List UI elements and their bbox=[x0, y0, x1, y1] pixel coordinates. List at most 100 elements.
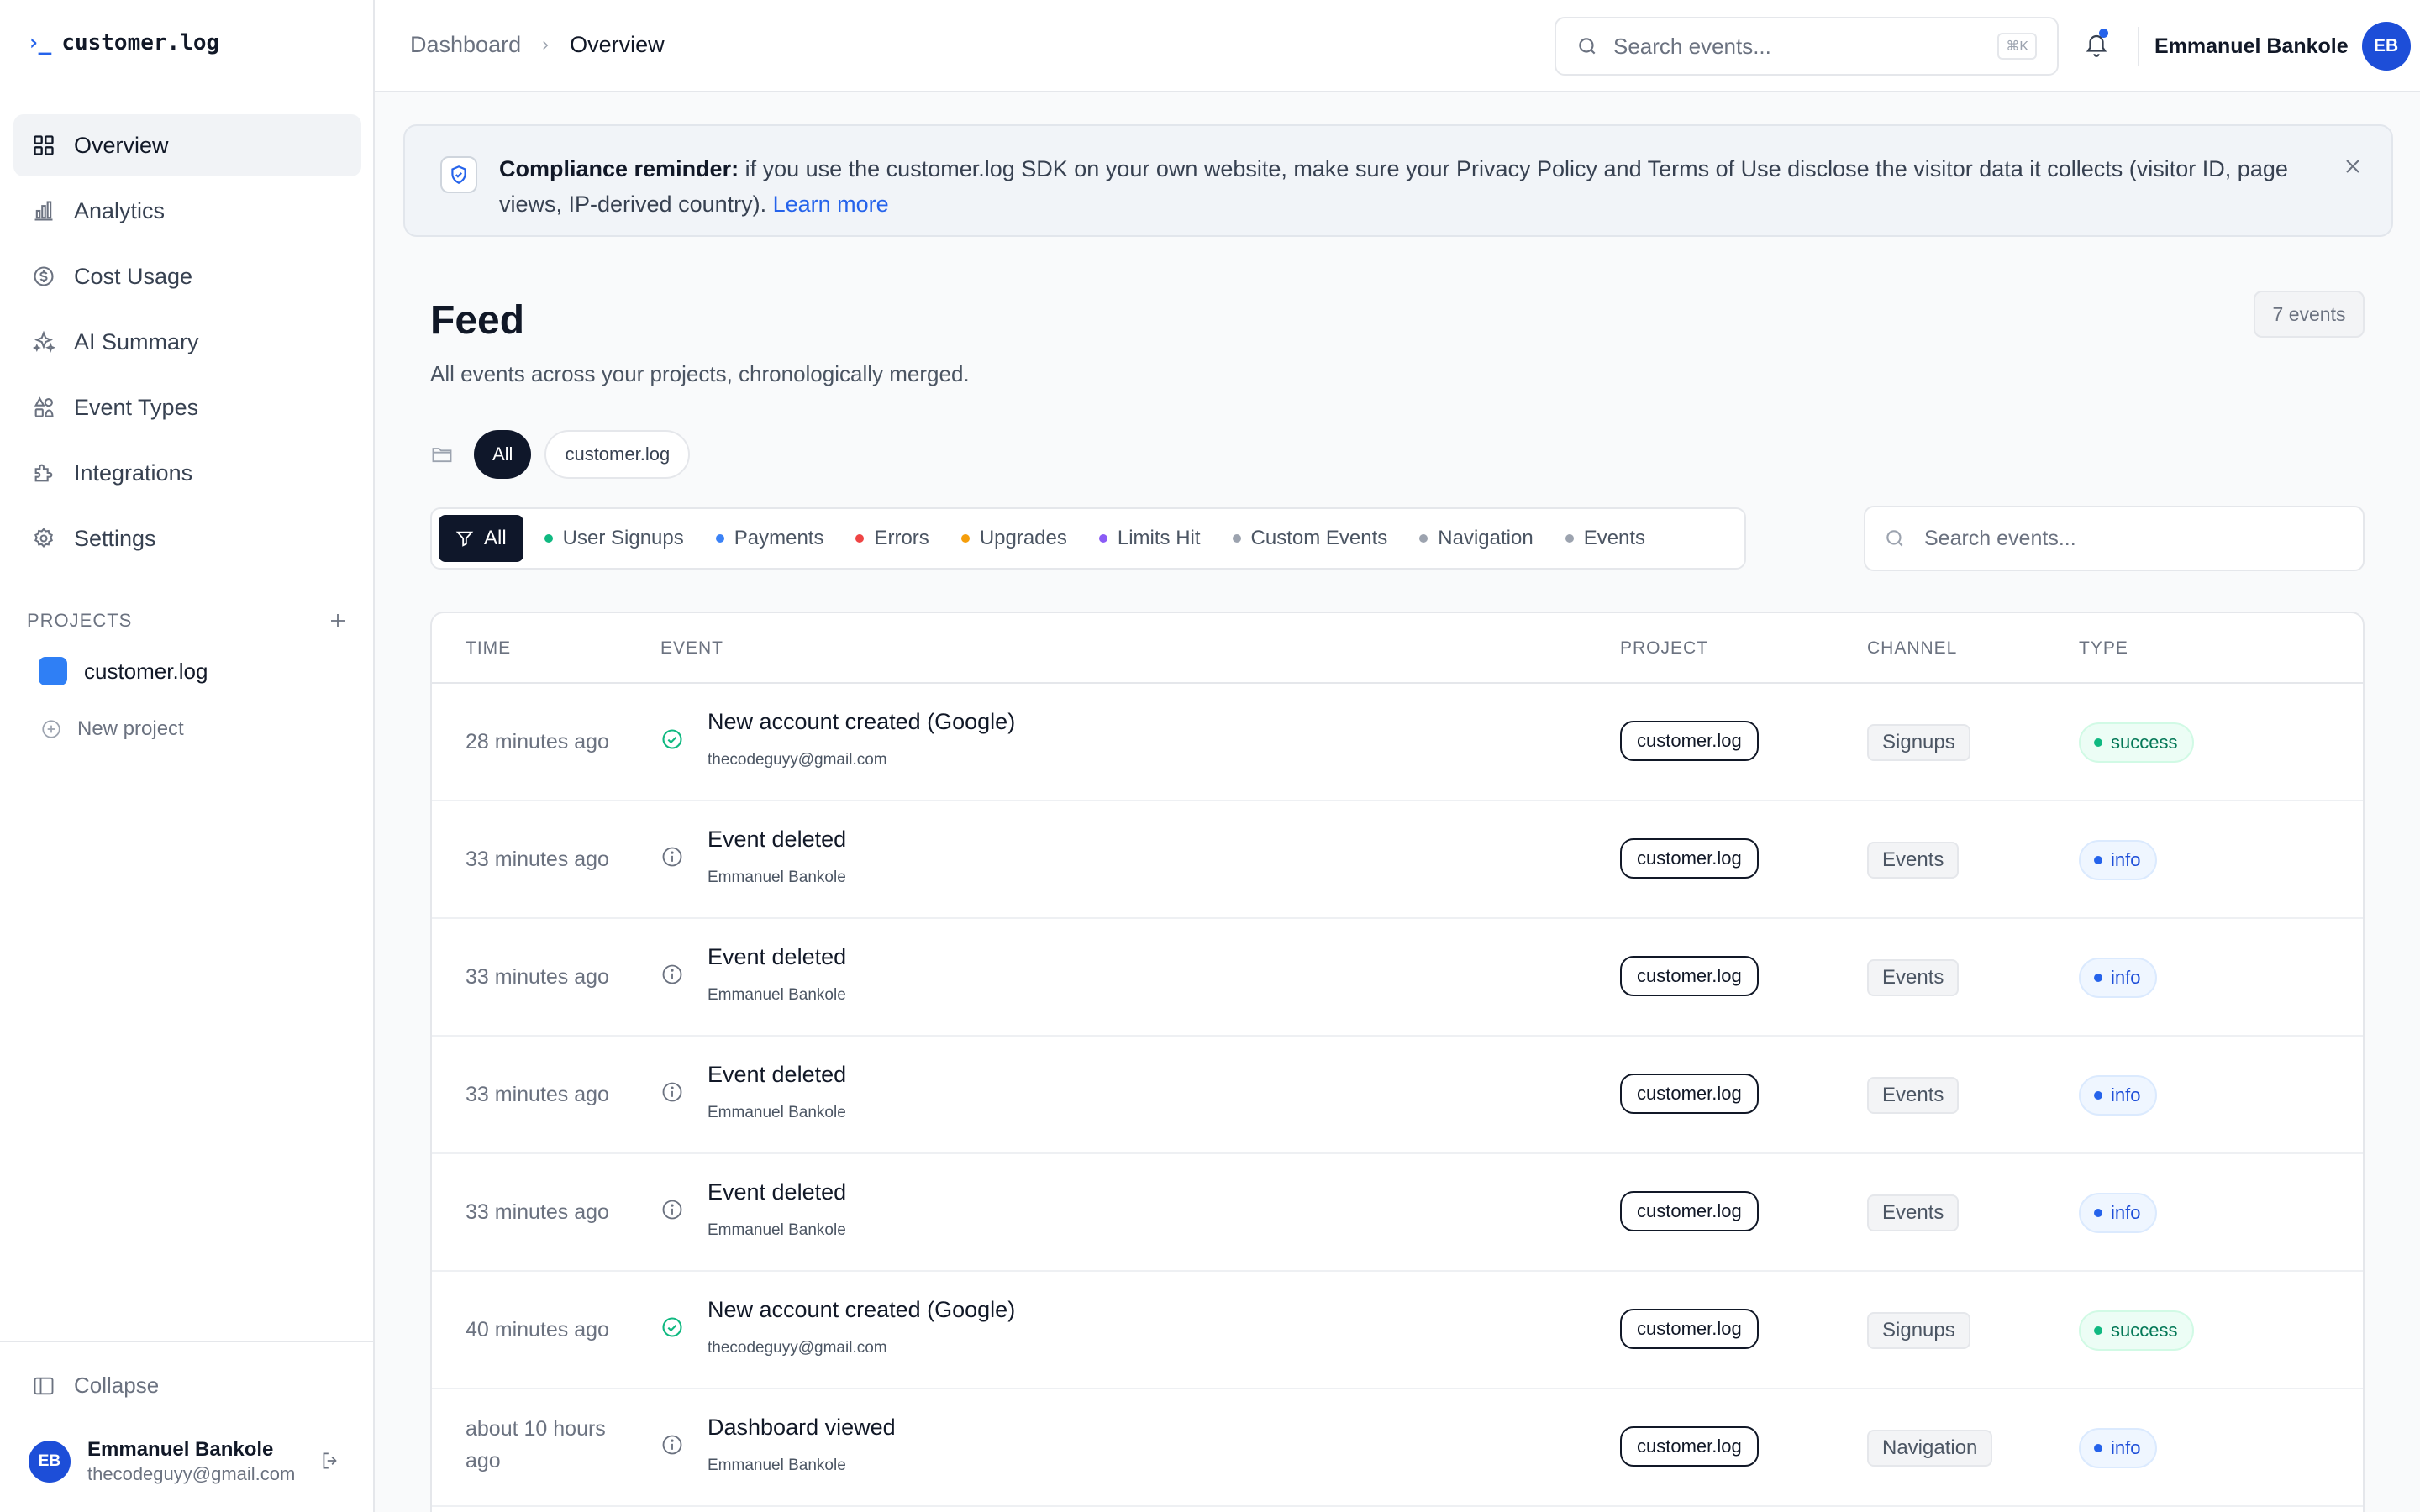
info-circle-icon bbox=[660, 1080, 684, 1104]
channel-badge: Events bbox=[1867, 1077, 1960, 1114]
type-filter-events[interactable]: Events bbox=[1555, 515, 1656, 562]
sidebar-item-integrations[interactable]: Integrations bbox=[13, 442, 361, 504]
type-filter-label: Limits Hit bbox=[1117, 527, 1201, 549]
type-filter-label: All bbox=[484, 527, 507, 549]
sidebar-item-overview[interactable]: Overview bbox=[13, 114, 361, 176]
new-project-label: New project bbox=[77, 717, 184, 740]
events-table: TIME EVENT PROJECT CHANNEL TYPE 28 minut… bbox=[430, 612, 2365, 1512]
column-header-time: TIME bbox=[466, 638, 512, 658]
sidebar-item-settings[interactable]: Settings bbox=[13, 507, 361, 570]
status-dot bbox=[960, 534, 970, 543]
project-filter-all[interactable]: All bbox=[474, 430, 532, 479]
project-tag[interactable]: customer.log bbox=[1620, 1191, 1759, 1231]
type-filter-navigation[interactable]: Navigation bbox=[1408, 515, 1544, 562]
avatar: EB bbox=[29, 1441, 71, 1483]
table-row[interactable]: 33 minutes ago Event deleted Emmanuel Bank… bbox=[432, 1037, 2363, 1154]
table-header: TIME EVENT PROJECT CHANNEL TYPE bbox=[432, 613, 2363, 684]
status-dot bbox=[2094, 1091, 2102, 1100]
type-filter-errors[interactable]: Errors bbox=[844, 515, 939, 562]
type-filter-limits-hit[interactable]: Limits Hit bbox=[1088, 515, 1212, 562]
sidebar-item-ai-summary[interactable]: AI Summary bbox=[13, 311, 361, 373]
status-dot bbox=[1419, 534, 1428, 543]
table-row[interactable]: 33 minutes ago Event deleted Emmanuel Bank… bbox=[432, 919, 2363, 1037]
channel-badge: Events bbox=[1867, 959, 1960, 996]
user-name: Emmanuel Bankole bbox=[87, 1438, 274, 1461]
event-type-filter: All User Signups Payments Errors Upgrade… bbox=[430, 507, 1746, 570]
sidebar-item-label: Overview bbox=[74, 132, 169, 158]
table-row[interactable]: 28 minutes ago New account created (Googl… bbox=[432, 684, 2363, 801]
event-time: 33 minutes ago bbox=[466, 848, 609, 871]
collapse-button[interactable]: Collapse bbox=[32, 1373, 159, 1399]
type-filter-upgrades[interactable]: Upgrades bbox=[950, 515, 1078, 562]
type-filter-custom-events[interactable]: Custom Events bbox=[1222, 515, 1399, 562]
table-row[interactable]: 33 minutes ago Event deleted Emmanuel Bank… bbox=[432, 801, 2363, 919]
project-tag[interactable]: customer.log bbox=[1620, 838, 1759, 879]
event-title: Event deleted bbox=[708, 1062, 847, 1087]
project-color-swatch bbox=[39, 657, 67, 685]
type-filter-payments[interactable]: Payments bbox=[705, 515, 835, 562]
top-user-menu[interactable]: Emmanuel Bankole EB bbox=[2154, 22, 2411, 71]
type-badge: info bbox=[2079, 1428, 2158, 1468]
event-time: 33 minutes ago bbox=[466, 1200, 609, 1224]
column-header-type: TYPE bbox=[2079, 638, 2128, 658]
feed-search-input[interactable]: Search events... bbox=[1864, 506, 2365, 571]
type-badge: info bbox=[2079, 958, 2158, 998]
project-tag[interactable]: customer.log bbox=[1620, 956, 1759, 996]
filter-icon bbox=[455, 529, 474, 548]
type-filter-all[interactable]: All bbox=[439, 515, 523, 562]
banner-body: if you use the customer.log SDK on your … bbox=[499, 156, 2288, 217]
puzzle-icon bbox=[32, 461, 55, 485]
type-label: info bbox=[2111, 967, 2141, 988]
project-tag[interactable]: customer.log bbox=[1620, 1426, 1759, 1467]
table-row[interactable]: 40 minutes ago New account created (Googl… bbox=[432, 1272, 2363, 1389]
type-label: info bbox=[2111, 1437, 2141, 1458]
event-time: 28 minutes ago bbox=[466, 730, 609, 753]
sidebar-user[interactable]: EB Emmanuel Bankole thecodeguyy@gmail.co… bbox=[29, 1438, 295, 1485]
info-circle-icon bbox=[660, 845, 684, 869]
compliance-banner: Compliance reminder: if you use the cust… bbox=[403, 124, 2393, 237]
table-body: 28 minutes ago New account created (Googl… bbox=[432, 684, 2363, 1507]
sparkle-icon bbox=[32, 330, 55, 354]
project-tag[interactable]: customer.log bbox=[1620, 1309, 1759, 1349]
table-row[interactable]: 33 minutes ago Event deleted Emmanuel Bank… bbox=[432, 1154, 2363, 1272]
type-filter-label: Payments bbox=[734, 527, 824, 549]
divider bbox=[2138, 27, 2139, 66]
sidebar-footer: Collapse EB Emmanuel Bankole thecodeguyy… bbox=[0, 1341, 373, 1512]
plus-icon[interactable] bbox=[328, 611, 348, 631]
project-filter-customer-log[interactable]: customer.log bbox=[544, 430, 691, 479]
breadcrumb-dashboard[interactable]: Dashboard bbox=[410, 32, 521, 58]
learn-more-link[interactable]: Learn more bbox=[773, 192, 889, 217]
type-filter-label: User Signups bbox=[562, 527, 684, 549]
event-time: 33 minutes ago bbox=[466, 1083, 609, 1106]
channel-badge: Signups bbox=[1867, 1312, 1970, 1349]
app-logo[interactable]: ›_ customer.log bbox=[27, 30, 219, 55]
sidebar-item-label: Settings bbox=[74, 525, 156, 551]
logout-icon[interactable] bbox=[319, 1450, 341, 1472]
sidebar-item-label: Analytics bbox=[74, 197, 166, 223]
event-title: Dashboard viewed bbox=[708, 1415, 896, 1440]
bar-chart-icon bbox=[32, 199, 55, 223]
type-filter-label: Custom Events bbox=[1250, 527, 1388, 549]
breadcrumb-overview: Overview bbox=[570, 32, 665, 57]
top-user-name: Emmanuel Bankole bbox=[2154, 34, 2349, 58]
channel-badge: Events bbox=[1867, 842, 1960, 879]
close-icon[interactable] bbox=[2341, 155, 2365, 178]
type-label: success bbox=[2111, 1320, 2178, 1341]
table-row[interactable]: about 10 hours ago Dashboard viewed Emmanu… bbox=[432, 1389, 2363, 1507]
sidebar-item-cost-usage[interactable]: Cost Usage bbox=[13, 245, 361, 307]
shapes-icon bbox=[32, 396, 55, 419]
sidebar-item-event-types[interactable]: Event Types bbox=[13, 376, 361, 438]
status-dot bbox=[2094, 1209, 2102, 1217]
project-tag[interactable]: customer.log bbox=[1620, 1074, 1759, 1114]
new-project-button[interactable]: New project bbox=[40, 717, 184, 741]
global-search-input[interactable]: Search events... ⌘K bbox=[1555, 17, 2059, 76]
shortcut-hint: ⌘K bbox=[1997, 33, 2037, 60]
notifications-button[interactable] bbox=[2084, 29, 2109, 59]
sidebar-project-item[interactable]: customer.log bbox=[39, 657, 208, 685]
sidebar-item-analytics[interactable]: Analytics bbox=[13, 180, 361, 242]
status-dot bbox=[2094, 1444, 2102, 1452]
banner-text: Compliance reminder: if you use the cust… bbox=[499, 151, 2297, 222]
project-tag[interactable]: customer.log bbox=[1620, 721, 1759, 761]
type-filter-user-signups[interactable]: User Signups bbox=[534, 515, 695, 562]
page-subtitle: All events across your projects, chronol… bbox=[430, 361, 970, 386]
